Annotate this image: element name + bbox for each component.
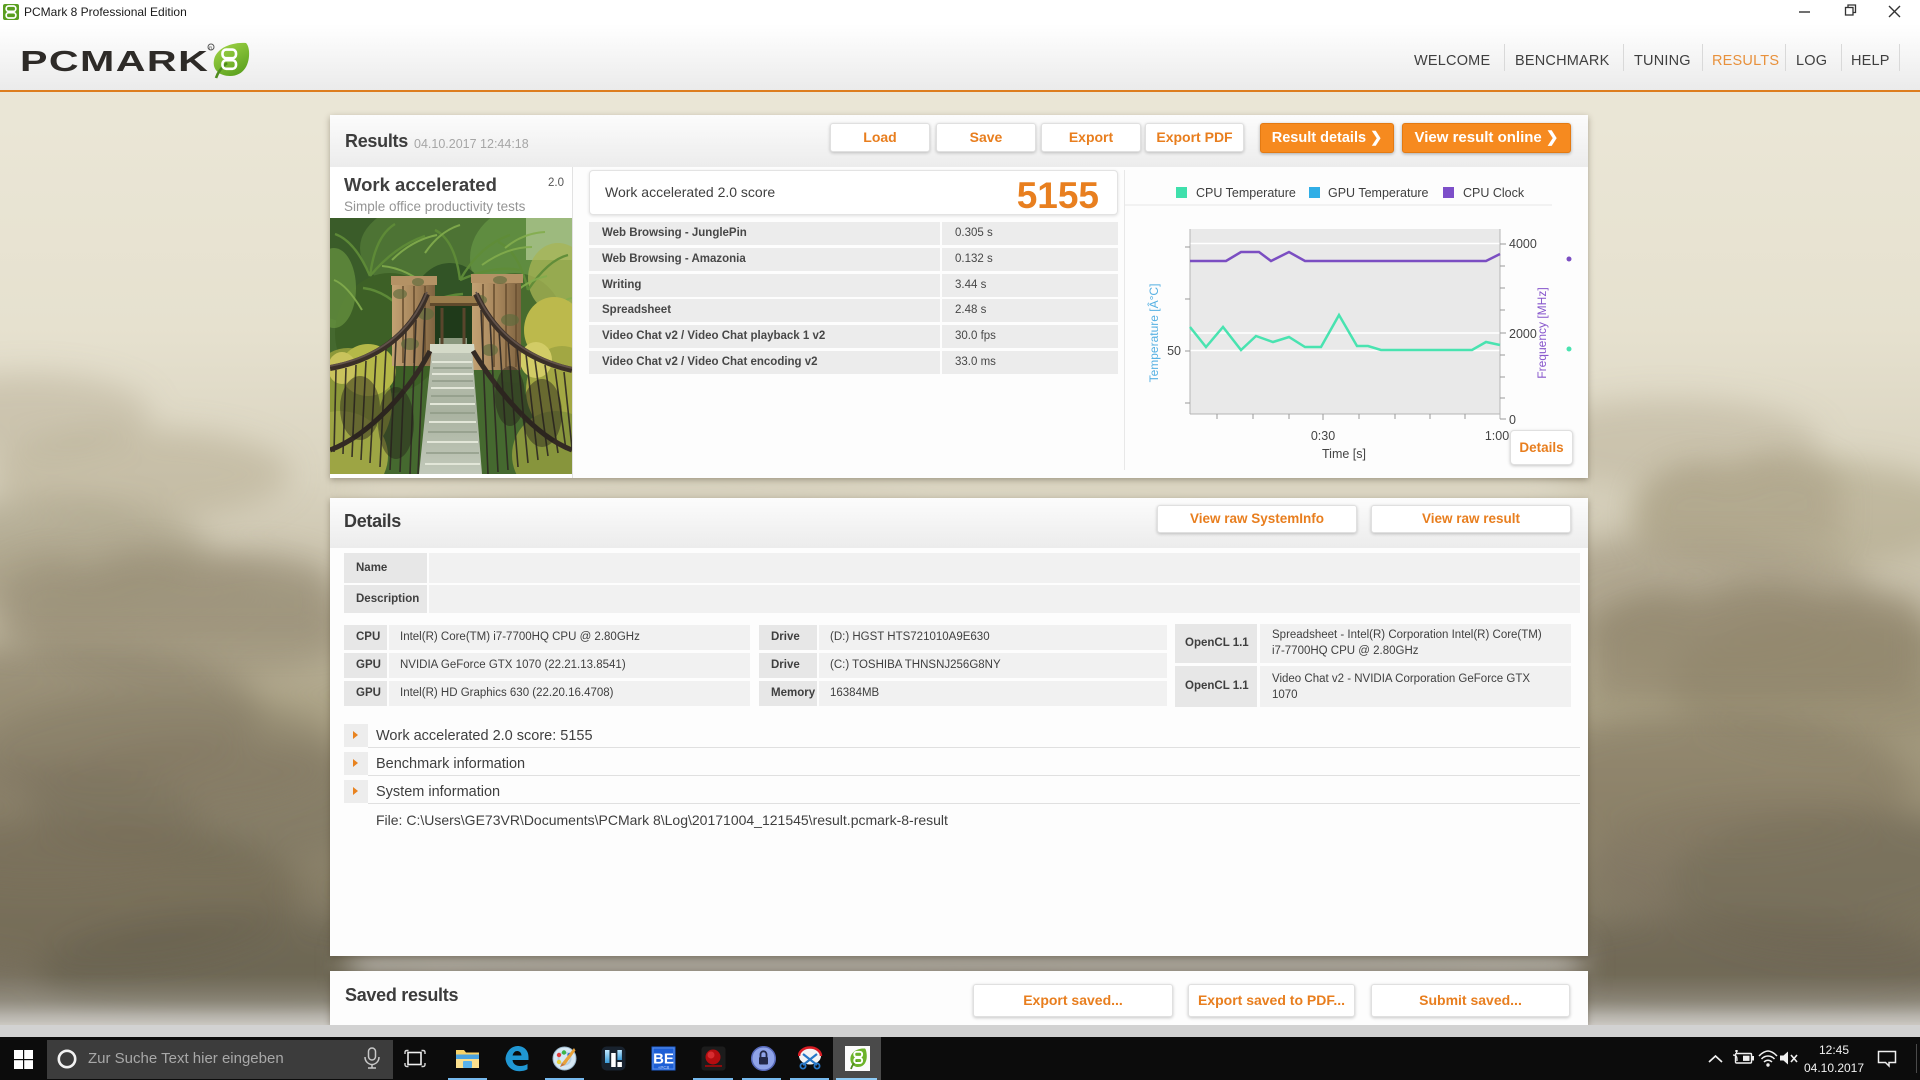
svg-text:Temperature [Â°C]: Temperature [Â°C]	[1146, 284, 1161, 383]
svg-text:+PC8: +PC8	[658, 1065, 670, 1070]
svg-text:Time [s]: Time [s]	[1322, 447, 1366, 461]
svg-text:CPU Temperature: CPU Temperature	[1196, 186, 1296, 200]
svg-text:GPU Temperature: GPU Temperature	[1328, 186, 1429, 200]
svg-text:4000: 4000	[1509, 237, 1537, 251]
svg-text:1:00: 1:00	[1485, 429, 1509, 443]
svg-text:2000: 2000	[1509, 327, 1537, 341]
svg-text:PCMARK: PCMARK	[20, 45, 209, 78]
svg-text:Frequency [MHz]: Frequency [MHz]	[1535, 287, 1549, 378]
svg-text:0:30: 0:30	[1311, 429, 1335, 443]
svg-text:0: 0	[1509, 413, 1516, 427]
svg-text:CPU Clock: CPU Clock	[1463, 186, 1525, 200]
svg-text:50: 50	[1167, 344, 1181, 358]
